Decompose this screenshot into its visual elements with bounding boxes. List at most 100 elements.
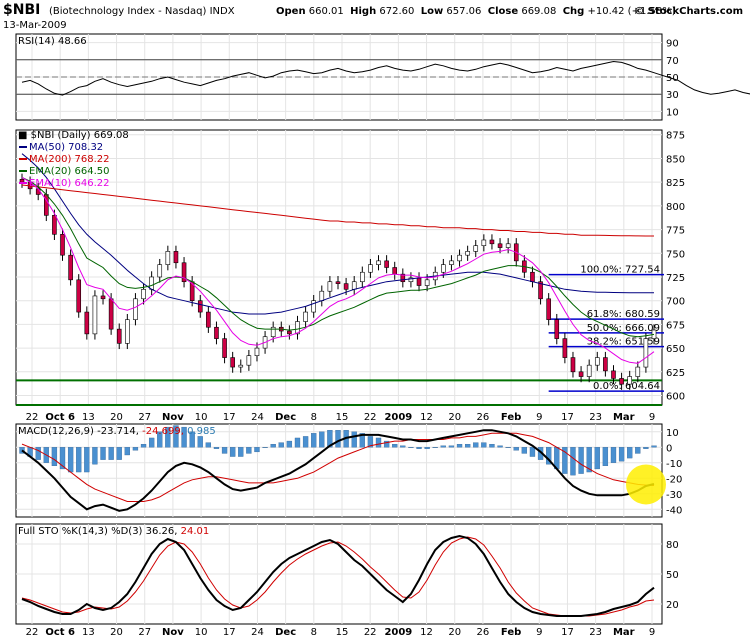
x-tick-label: 17 — [223, 627, 236, 638]
candle-body — [384, 260, 389, 268]
candle-body — [635, 366, 641, 377]
x-tick-label: 24 — [251, 627, 264, 638]
y-tick-label: 50 — [666, 570, 679, 581]
rsi-title: RSI(14) 48.66 — [18, 36, 87, 47]
macd-histogram-bar — [521, 447, 528, 454]
macd-histogram-bar — [489, 443, 495, 448]
candle-body — [133, 298, 138, 320]
candle-body — [562, 338, 568, 358]
fibonacci-label: 50.0%: 666.09 — [587, 323, 660, 334]
x-tick-label: 22 — [26, 412, 39, 423]
macd-histogram-bar — [132, 447, 139, 451]
x-tick-label: 12 — [420, 627, 433, 638]
macd-histogram-bar — [35, 447, 41, 460]
fibonacci-label: 61.8%: 680.59 — [587, 309, 660, 320]
macd-histogram-bar — [400, 445, 406, 448]
highlight-circle — [626, 464, 666, 505]
macd-histogram-bar — [473, 442, 479, 448]
candle-body — [335, 281, 341, 284]
x-tick-label: Dec — [275, 627, 296, 638]
candle-body — [246, 355, 252, 366]
candle-body — [311, 300, 316, 313]
x-tick-label: 9 — [649, 627, 655, 638]
candle-body — [100, 295, 106, 300]
x-tick-label: Feb — [501, 627, 521, 638]
candle-body — [214, 326, 219, 339]
candle-body — [505, 243, 511, 248]
macd-histogram-bar — [262, 447, 268, 448]
macd-histogram-bar — [481, 442, 487, 448]
x-tick-label: 22 — [364, 627, 377, 638]
candle-body — [497, 243, 503, 248]
candle-body — [92, 295, 98, 335]
candle-body — [586, 364, 592, 377]
x-tick-label: 9 — [536, 627, 542, 638]
y-tick-label: -20 — [666, 474, 682, 485]
candle-body — [416, 277, 422, 286]
candle-body — [157, 264, 163, 278]
x-tick-label: 2009 — [384, 627, 412, 638]
macd-histogram-bar — [651, 445, 657, 448]
candle-body — [84, 311, 90, 335]
macd-histogram-bar — [205, 442, 212, 448]
legend-item: MA(50) 708.32 — [29, 142, 103, 153]
macd-histogram-bar — [513, 447, 519, 451]
candle-body — [76, 279, 82, 313]
y-tick-label: 725 — [666, 273, 685, 284]
macd-histogram-bar — [84, 447, 90, 473]
macd-histogram-bar — [278, 442, 284, 448]
y-tick-label: 0 — [666, 443, 672, 454]
candle-body — [116, 328, 122, 344]
macd-histogram-bar — [635, 447, 641, 454]
y-tick-label: 850 — [666, 154, 685, 165]
candle-body — [108, 298, 114, 330]
macd-histogram-bar — [627, 447, 633, 459]
macd-histogram-bar — [254, 447, 260, 453]
x-tick-label: 17 — [223, 412, 236, 423]
macd-histogram-bar — [610, 447, 617, 463]
macd-histogram-bar — [51, 447, 58, 467]
macd-histogram-bar — [286, 440, 293, 448]
macd-histogram-bar — [408, 447, 414, 448]
macd-histogram-bar — [643, 447, 649, 449]
macd-histogram-bar — [432, 447, 438, 448]
candle-body — [611, 370, 616, 379]
x-tick-label: 23 — [589, 412, 602, 423]
x-tick-label: 20 — [110, 627, 123, 638]
y-tick-label: 625 — [666, 368, 685, 379]
candle-body — [52, 215, 57, 235]
x-tick-label: 13 — [82, 627, 95, 638]
x-tick-label: 10 — [195, 412, 208, 423]
legend-item: EMA(20) 664.50 — [29, 166, 109, 177]
macd-histogram-bar — [448, 445, 455, 448]
macd-histogram-bar — [375, 437, 382, 448]
macd-histogram-bar — [76, 447, 82, 473]
candle-body — [457, 254, 462, 262]
candle-body — [343, 283, 349, 290]
y-tick-label: 800 — [666, 202, 685, 213]
fibonacci-label: 0.0%: 604.64 — [593, 381, 660, 392]
candle-body — [570, 357, 576, 373]
x-tick-label: Mar — [613, 627, 635, 638]
macd-histogram-bar — [213, 447, 220, 449]
candle-body — [206, 311, 211, 328]
macd-histogram-bar — [67, 447, 74, 473]
candle-body — [68, 254, 73, 281]
candle-body — [197, 300, 203, 313]
x-tick-label: 15 — [336, 412, 349, 423]
candle-body — [376, 260, 381, 265]
macd-histogram-bar — [116, 447, 122, 460]
x-tick-label: Oct 6 — [45, 627, 75, 638]
macd-histogram-bar — [92, 447, 98, 465]
candle-body — [489, 239, 495, 245]
y-tick-label: 775 — [666, 226, 685, 237]
macd-histogram-bar — [424, 447, 430, 449]
x-tick-label: 22 — [26, 627, 39, 638]
candle-body — [619, 378, 624, 385]
candle-body — [473, 245, 479, 252]
macd-histogram-bar — [148, 437, 155, 448]
candle-body — [351, 281, 357, 290]
y-tick-label: 750 — [666, 249, 685, 260]
y-tick-label: -40 — [666, 505, 682, 516]
x-tick-label: 17 — [561, 627, 574, 638]
